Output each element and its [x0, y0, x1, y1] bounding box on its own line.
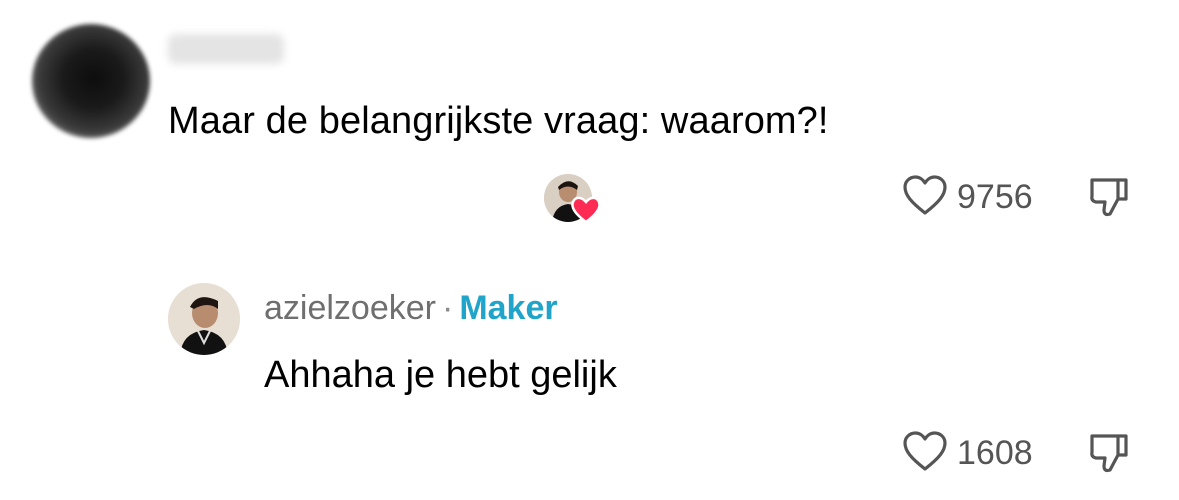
dislike-icon[interactable] — [1088, 430, 1130, 474]
reply-separator: · — [441, 289, 454, 327]
comment-like-count: 9756 — [957, 178, 1033, 216]
reply-username[interactable]: azielzoeker — [264, 289, 436, 327]
reply-like-count: 1608 — [957, 434, 1033, 472]
creator-heart-icon — [571, 196, 601, 224]
commenter-username-blurred[interactable] — [168, 34, 284, 64]
maker-badge: Maker — [459, 289, 558, 327]
like-heart-icon[interactable] — [902, 174, 948, 216]
comment-text: Maar de belangrijkste vraag: waarom?! — [168, 100, 829, 142]
reply-avatar[interactable] — [168, 283, 240, 355]
reply-text: Ahhaha je hebt gelijk — [264, 354, 617, 396]
commenter-avatar[interactable] — [32, 24, 150, 138]
like-heart-icon[interactable] — [902, 430, 948, 472]
reply-header: azielzoeker · Maker — [264, 286, 558, 330]
dislike-icon[interactable] — [1088, 174, 1130, 218]
